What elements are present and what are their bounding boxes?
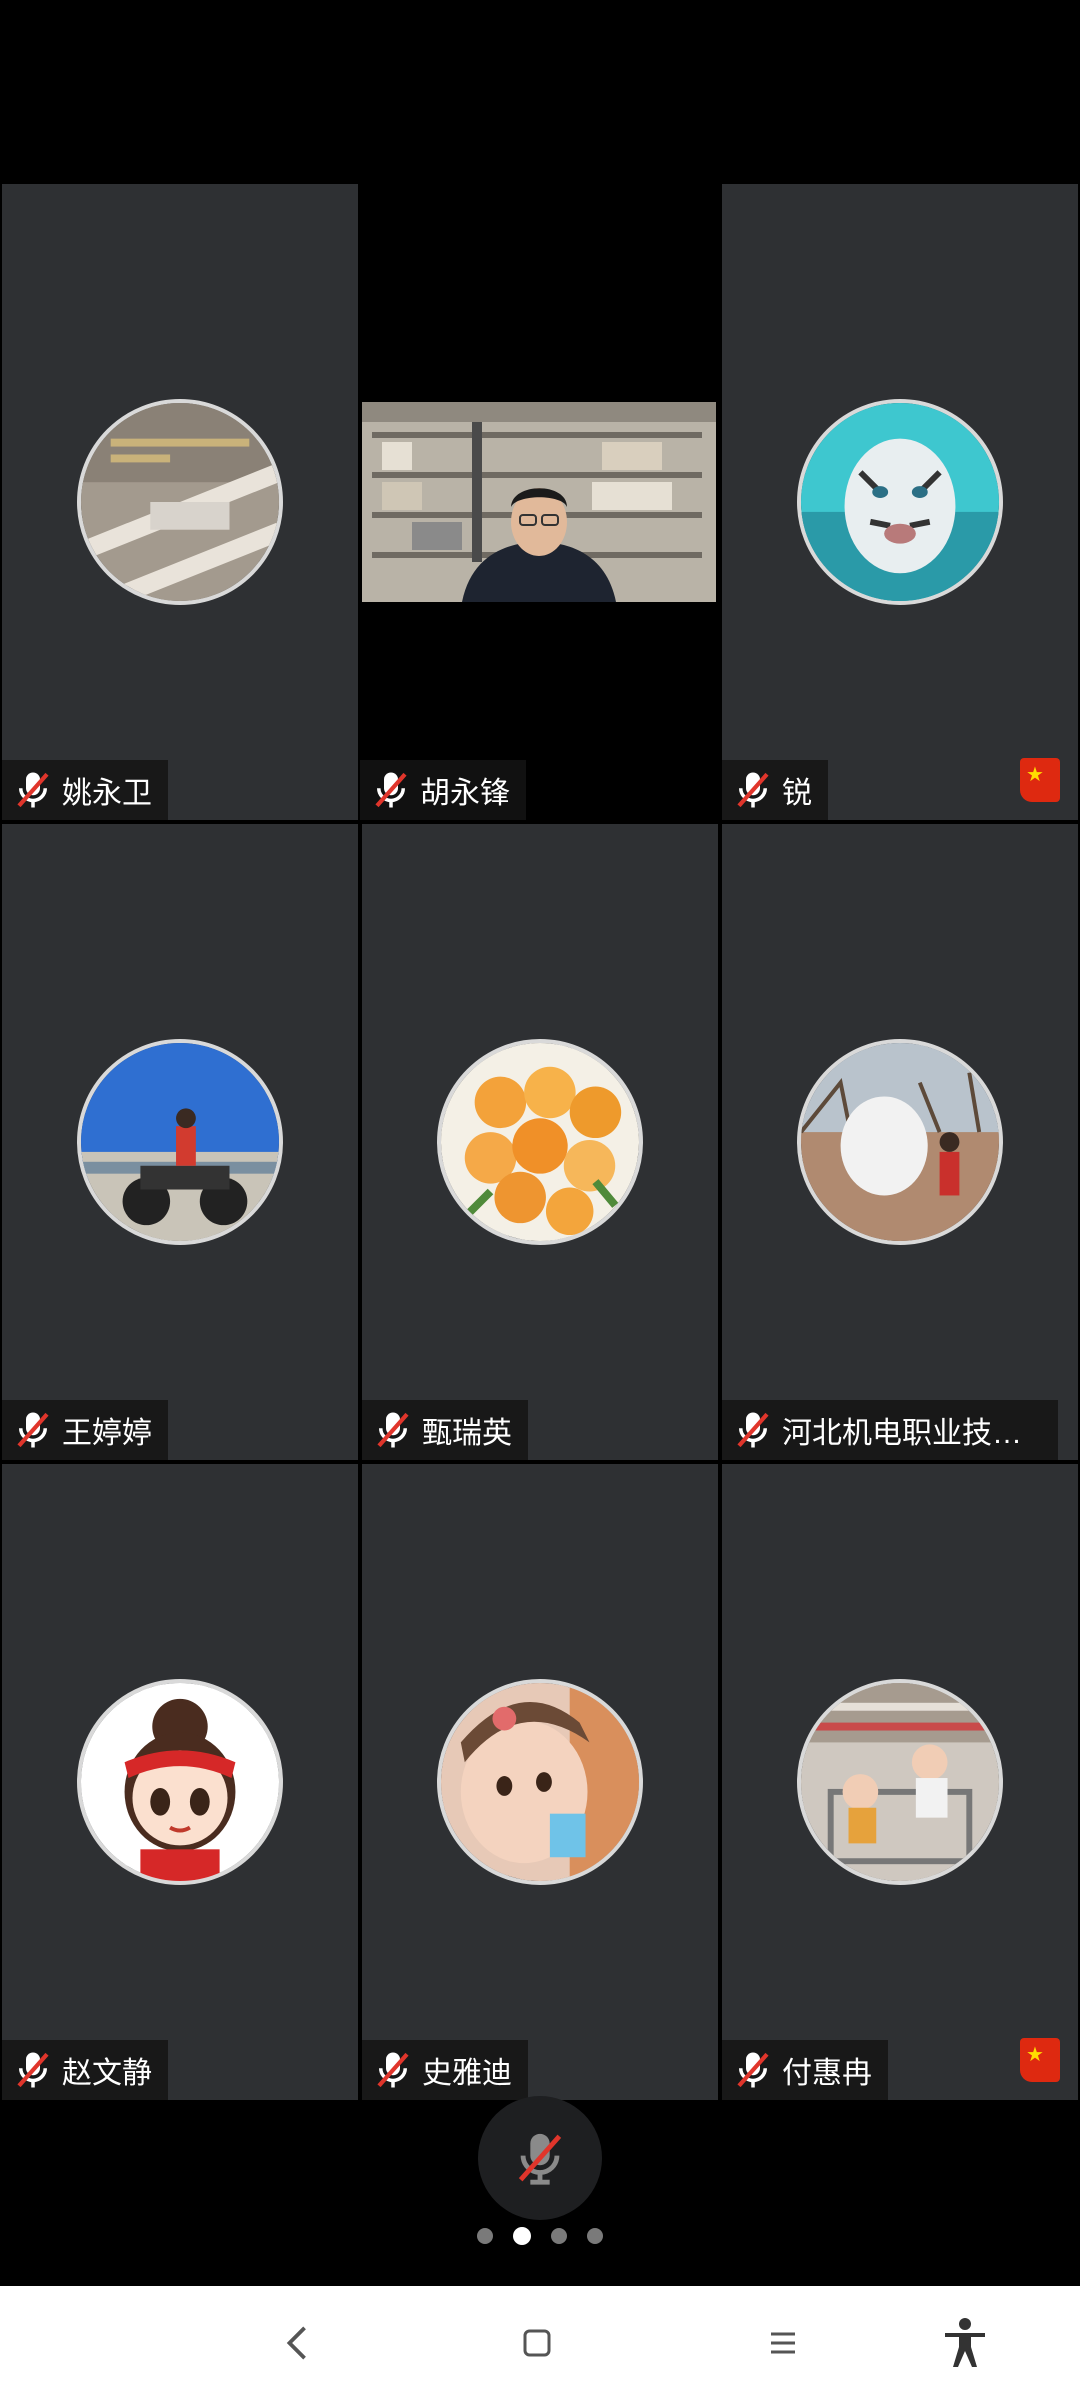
participant-name-tag: 史雅迪 [362, 2040, 528, 2100]
mic-muted-icon [737, 2052, 769, 2088]
recents-button[interactable] [758, 2318, 808, 2368]
mic-muted-icon [377, 2052, 409, 2088]
participant-avatar [437, 1679, 643, 1885]
page-dot-active[interactable] [513, 2227, 531, 2245]
participant-tile[interactable]: 河北机电职业技术... [722, 824, 1078, 1460]
mic-muted-icon [17, 2052, 49, 2088]
participant-name-tag: 付惠冉 [722, 2040, 888, 2100]
participant-name: 甄瑞英 [422, 1417, 512, 1450]
participant-avatar [77, 399, 283, 605]
participant-tile[interactable]: 甄瑞英 [362, 824, 718, 1460]
participant-name-tag: 河北机电职业技术... [722, 1400, 1058, 1460]
participant-name: 赵文静 [62, 2057, 152, 2090]
participant-name-tag: 姚永卫 [2, 760, 168, 820]
menu-lines-icon [771, 2332, 795, 2354]
participant-tile[interactable]: 史雅迪 [362, 1464, 718, 2100]
participant-video [362, 402, 716, 602]
participant-avatar [77, 1679, 283, 1885]
page-dot[interactable] [551, 2228, 567, 2244]
participant-avatar [77, 1039, 283, 1245]
participant-tile[interactable]: 锐 [722, 184, 1078, 820]
accessibility-icon [945, 2318, 985, 2367]
mic-muted-icon [737, 772, 769, 808]
mic-muted-icon [377, 1412, 409, 1448]
participant-tile[interactable]: 付惠冉 [722, 1464, 1078, 2100]
mic-off-icon [518, 2133, 562, 2185]
flag-badge-icon [1020, 2038, 1060, 2082]
mic-muted-icon [375, 772, 407, 808]
home-square-icon [523, 2329, 551, 2357]
participant-tile[interactable]: 姚永卫 [2, 184, 358, 820]
back-button[interactable] [272, 2318, 322, 2368]
mic-muted-icon [17, 1412, 49, 1448]
page-dot[interactable] [477, 2228, 493, 2244]
participant-name: 锐 [782, 777, 812, 810]
participant-name: 王婷婷 [62, 1417, 152, 1450]
mic-toggle-button[interactable] [478, 2096, 602, 2220]
flag-badge-icon [1020, 758, 1060, 802]
back-chevron-icon [286, 2326, 306, 2360]
participant-name: 付惠冉 [782, 2057, 872, 2090]
participant-grid: 姚永卫 胡永锋 ★ 锐 王婷婷 甄瑞英 河北机电职业技术... 赵文静 史雅迪 … [0, 184, 1080, 2104]
participant-name: 胡永锋 [420, 777, 510, 810]
system-nav-bar [0, 2286, 1080, 2400]
participant-avatar [797, 1039, 1003, 1245]
page-dot[interactable] [587, 2228, 603, 2244]
participant-tile[interactable]: 王婷婷 [2, 824, 358, 1460]
participant-avatar [797, 399, 1003, 605]
participant-name: 姚永卫 [62, 777, 152, 810]
participant-tile[interactable]: 赵文静 [2, 1464, 358, 2100]
mic-muted-icon [17, 772, 49, 808]
participant-name-tag: 赵文静 [2, 2040, 168, 2100]
participant-name-tag: 胡永锋 [360, 760, 526, 820]
participant-video-tile[interactable]: 胡永锋 [360, 184, 716, 820]
participant-name-tag: 锐 [722, 760, 828, 820]
participant-name-tag: 王婷婷 [2, 1400, 168, 1460]
accessibility-button[interactable] [940, 2318, 990, 2368]
participant-name: 史雅迪 [422, 2057, 512, 2090]
participant-name-tag: 甄瑞英 [362, 1400, 528, 1460]
mic-muted-icon [737, 1412, 769, 1448]
participant-name: 河北机电职业技术... [782, 1417, 1042, 1450]
page-indicator [0, 2227, 1080, 2245]
home-button[interactable] [512, 2318, 562, 2368]
participant-avatar [437, 1039, 643, 1245]
participant-avatar [797, 1679, 1003, 1885]
